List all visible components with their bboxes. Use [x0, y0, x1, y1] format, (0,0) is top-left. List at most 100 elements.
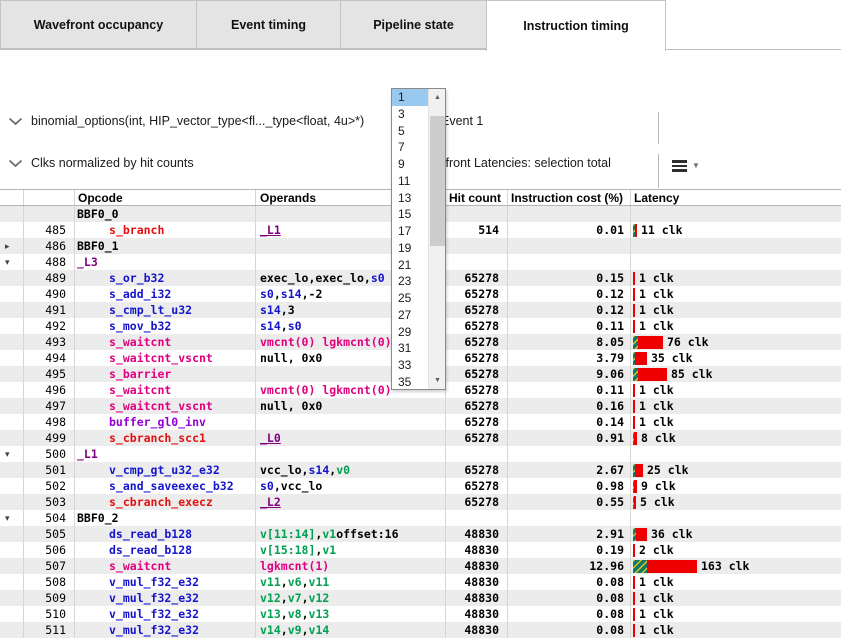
operand-token: vcc_lo — [260, 463, 302, 477]
options-menu-button[interactable]: ▼ — [672, 160, 700, 172]
opcode-cell: s_cbranch_scc1 — [75, 430, 256, 446]
event-option-9[interactable]: 9 — [392, 156, 429, 173]
branch-target-link[interactable]: _L2 — [260, 495, 281, 509]
header-opcode[interactable]: Opcode — [75, 190, 256, 205]
gutter-cell — [0, 302, 24, 318]
line-number: 493 — [24, 334, 75, 350]
expand-toggle-icon[interactable]: ▸ — [0, 238, 24, 254]
instruction-cost-cell — [508, 446, 631, 462]
operand-token: 3 — [288, 303, 295, 317]
operand-token: v12 — [309, 591, 330, 605]
table-row-508: 508v_mul_f32_e32v11, v6, v11488300.081 c… — [0, 574, 841, 590]
operand-token: v14 — [260, 623, 281, 637]
kernel-selector[interactable]: binomial_options(int, HIP_vector_type<fl… — [8, 114, 364, 128]
opcode-cell: s_branch — [75, 222, 256, 238]
event-option-15[interactable]: 15 — [392, 206, 429, 223]
table-row-498: 498buffer_gl0_inv652780.141 clk — [0, 414, 841, 430]
tab-label: Wavefront occupancy — [34, 18, 163, 32]
table-row-500: ▾500_L1 — [0, 446, 841, 462]
gutter-cell — [0, 590, 24, 606]
operand-token: s14 — [308, 463, 329, 477]
header-instruction-cost[interactable]: Instruction cost (%) — [508, 190, 631, 205]
event-option-11[interactable]: 11 — [392, 173, 429, 190]
event-option-25[interactable]: 25 — [392, 290, 429, 307]
gutter-cell — [0, 478, 24, 494]
operand-token: , — [329, 463, 336, 477]
event-option-23[interactable]: 23 — [392, 273, 429, 290]
table-row-505: 505ds_read_b128v[11:14], v1 offset:16488… — [0, 526, 841, 542]
tab-wavefront-occupancy[interactable]: Wavefront occupancy — [0, 0, 197, 49]
hit-count-cell — [446, 254, 508, 270]
event-option-7[interactable]: 7 — [392, 139, 429, 156]
opcode-cell: s_waitcnt — [75, 558, 256, 574]
header-hit-count[interactable]: Hit count — [446, 190, 508, 205]
operand-token: , — [281, 623, 288, 637]
latency-cell: 35 clk — [631, 350, 841, 366]
operands-cell: v[15:18], v1 — [256, 542, 446, 558]
event-option-33[interactable]: 33 — [392, 357, 429, 374]
hit-count-cell: 48830 — [446, 590, 508, 606]
event-option-27[interactable]: 27 — [392, 307, 429, 324]
latency-value: 1 clk — [639, 383, 674, 397]
opcode-text: v_cmp_gt_u32_e32 — [109, 463, 220, 477]
gutter-cell — [0, 270, 24, 286]
operands-cell: s0, vcc_lo — [256, 478, 446, 494]
table-row-503: 503s_cbranch_execz_L2652780.555 clk — [0, 494, 841, 510]
operand-token: vcc_lo — [281, 479, 323, 493]
instruction-cost-cell: 9.06 — [508, 366, 631, 382]
header-latency[interactable]: Latency — [631, 190, 841, 205]
instruction-cost-cell: 0.08 — [508, 590, 631, 606]
scrollbar-thumb[interactable] — [430, 116, 445, 246]
opcode-text: v_mul_f32_e32 — [109, 623, 199, 637]
latency-cell: 1 clk — [631, 590, 841, 606]
dropdown-scrollbar[interactable]: ▲ ▼ — [428, 89, 445, 389]
collapse-toggle-icon[interactable]: ▾ — [0, 254, 24, 270]
gutter-cell — [0, 286, 24, 302]
tab-event-timing[interactable]: Event timing — [196, 0, 341, 49]
branch-target-link[interactable]: _L1 — [260, 223, 281, 237]
scroll-up-icon[interactable]: ▲ — [429, 89, 446, 106]
clks-normalized-section[interactable]: Clks normalized by hit counts — [8, 156, 194, 170]
event-option-13[interactable]: 13 — [392, 190, 429, 207]
latency-value: 1 clk — [639, 415, 674, 429]
latency-value: 1 clk — [639, 303, 674, 317]
chevron-down-icon — [8, 117, 23, 126]
operands-cell: _L0 — [256, 430, 446, 446]
opcode-text: BBF0_1 — [77, 239, 119, 253]
operands-cell: v13, v8, v13 — [256, 606, 446, 622]
operand-token: , — [302, 607, 309, 621]
event-option-21[interactable]: 21 — [392, 257, 429, 274]
event-option-19[interactable]: 19 — [392, 240, 429, 257]
table-row-507: 507s_waitcntlgkmcnt(1)4883012.96163 clk — [0, 558, 841, 574]
event-option-29[interactable]: 29 — [392, 324, 429, 341]
latency-bar-red — [633, 592, 635, 605]
line-number: 507 — [24, 558, 75, 574]
operand-token: v7 — [288, 591, 302, 605]
operand-token: , — [315, 543, 322, 557]
event-option-31[interactable]: 31 — [392, 340, 429, 357]
event-option-5[interactable]: 5 — [392, 123, 429, 140]
scroll-down-icon[interactable]: ▼ — [429, 372, 446, 389]
event-option-1[interactable]: 1 — [392, 89, 429, 106]
tab-instruction-timing[interactable]: Instruction timing — [486, 0, 666, 51]
latency-bar-red — [633, 320, 635, 333]
opcode-cell: s_or_b32 — [75, 270, 256, 286]
event-option-3[interactable]: 3 — [392, 106, 429, 123]
operand-token: , — [302, 463, 309, 477]
latency-value: 1 clk — [639, 319, 674, 333]
latency-cell: 1 clk — [631, 302, 841, 318]
event-option-17[interactable]: 17 — [392, 223, 429, 240]
opcode-cell: v_mul_f32_e32 — [75, 590, 256, 606]
latency-cell — [631, 206, 841, 222]
collapse-toggle-icon[interactable]: ▾ — [0, 510, 24, 526]
opcode-text: BBF0_0 — [77, 207, 119, 221]
table-row-501: 501v_cmp_gt_u32_e32vcc_lo, s14, v0652782… — [0, 462, 841, 478]
gutter-cell — [0, 462, 24, 478]
instruction-cost-cell: 0.19 — [508, 542, 631, 558]
tab-pipeline-state[interactable]: Pipeline state — [340, 0, 487, 49]
latency-value: 2 clk — [639, 543, 674, 557]
latency-cell: 1 clk — [631, 606, 841, 622]
event-option-35[interactable]: 35 — [392, 374, 429, 390]
collapse-toggle-icon[interactable]: ▾ — [0, 446, 24, 462]
branch-target-link[interactable]: _L0 — [260, 431, 281, 445]
